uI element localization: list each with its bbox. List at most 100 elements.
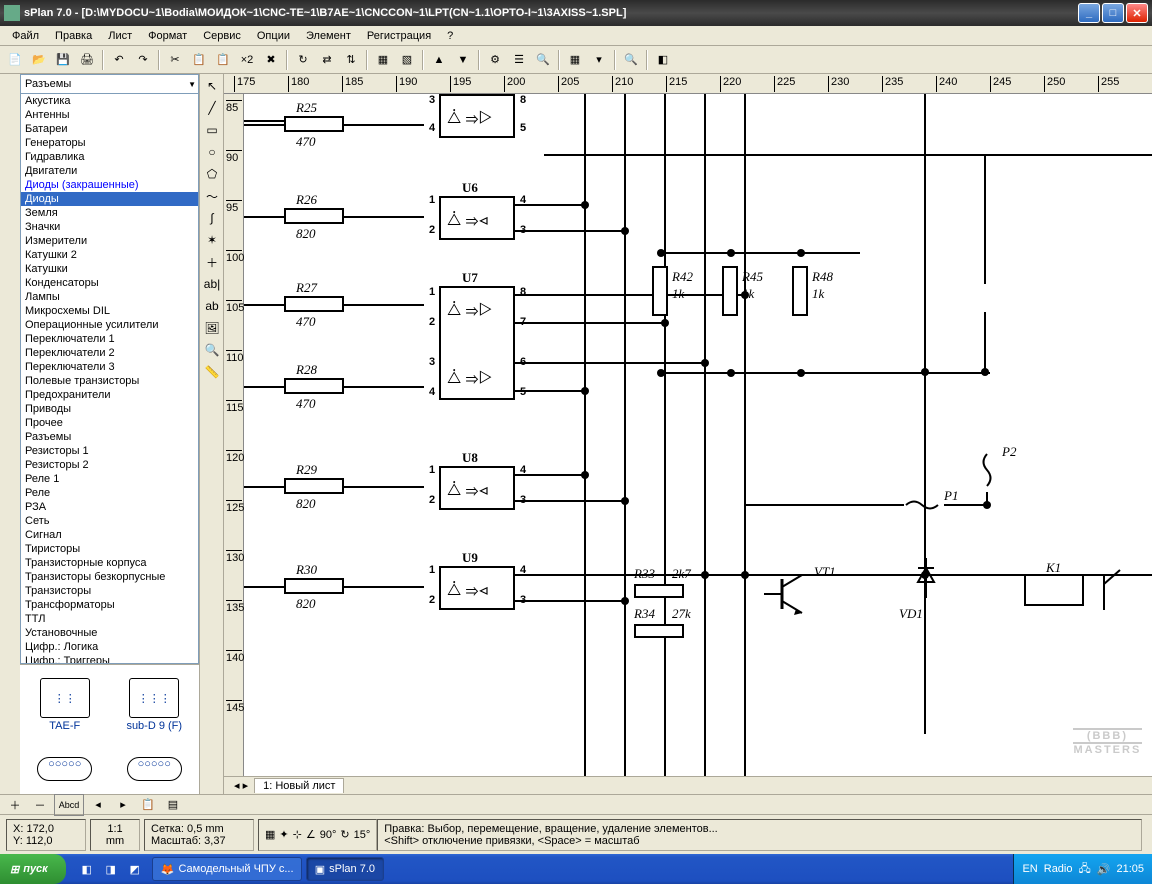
library-list[interactable]: АкустикаАнтенныБатареиГенераторыГидравли… (20, 94, 199, 664)
mirror-h-icon[interactable]: ⇄ (316, 49, 338, 71)
lib-item[interactable]: Двигатели (21, 164, 198, 178)
copy2-icon[interactable]: 📋 (137, 794, 159, 816)
start-button[interactable]: ⊞пуск (0, 854, 66, 884)
schematic-canvas[interactable]: R25 470 R26 820 R27 470 R28 (244, 94, 1152, 776)
menu-file[interactable]: Файл (4, 28, 47, 44)
lib-item[interactable]: Транзисторы безкорпусные (21, 570, 198, 584)
preview-comp-1[interactable]: ⋮⋮ TAE-F (25, 676, 105, 732)
lib-item[interactable]: Антенны (21, 108, 198, 122)
lib-item[interactable]: Сигнал (21, 528, 198, 542)
lib-item[interactable]: Разъемы (21, 430, 198, 444)
text-label-icon[interactable]: ab| (202, 274, 222, 294)
minimize-button[interactable]: _ (1078, 3, 1100, 23)
lib-item[interactable]: Диоды (21, 192, 198, 206)
lib-item[interactable]: Трансформаторы (21, 598, 198, 612)
measure-icon[interactable]: 📏 (202, 362, 222, 382)
menu-sheet[interactable]: Лист (100, 28, 140, 44)
preview-comp-3[interactable]: ○○○○○ (25, 747, 105, 787)
menu-service[interactable]: Сервис (195, 28, 249, 44)
bezier-icon[interactable]: ∫ (202, 208, 222, 228)
lib-item[interactable]: Реле (21, 486, 198, 500)
tray-lang[interactable]: EN (1022, 863, 1037, 875)
preview-comp-4[interactable]: ○○○○○ (114, 747, 194, 787)
lib-item[interactable]: Переключатели 3 (21, 360, 198, 374)
lib-item[interactable]: Цифр.: Логика (21, 640, 198, 654)
lib-item[interactable]: Переключатели 1 (21, 332, 198, 346)
tray-time[interactable]: 21:05 (1116, 863, 1144, 875)
cursor-icon[interactable]: ↖ (202, 76, 222, 96)
save-icon[interactable]: 💾 (52, 49, 74, 71)
image-icon[interactable]: 🖼 (202, 318, 222, 338)
lib-item[interactable]: Значки (21, 220, 198, 234)
abcd-icon[interactable]: Abcd (54, 794, 84, 816)
lib-item[interactable]: Резисторы 2 (21, 458, 198, 472)
zoom-icon[interactable]: 🔍 (620, 49, 642, 71)
lib-item[interactable]: Приводы (21, 402, 198, 416)
find-icon[interactable]: 🔍 (532, 49, 554, 71)
cut-icon[interactable]: ✂ (164, 49, 186, 71)
preview-comp-2[interactable]: ⋮⋮⋮ sub-D 9 (F) (114, 676, 194, 732)
lib-item[interactable]: Установочные (21, 626, 198, 640)
library-dropdown[interactable]: Разъемы (20, 74, 199, 94)
align-icon[interactable]: ▤ (162, 794, 184, 816)
maximize-button[interactable]: □ (1102, 3, 1124, 23)
tray-net-icon[interactable]: 🖧 (1079, 860, 1091, 879)
junction-icon[interactable]: ＋ (202, 252, 222, 272)
origin-btn-icon[interactable]: ⊹ (293, 828, 302, 841)
lib-item[interactable]: Катушки (21, 262, 198, 276)
paste-icon[interactable]: 📋 (212, 49, 234, 71)
node-icon[interactable]: ✶ (202, 230, 222, 250)
task-firefox[interactable]: 🦊Самодельный ЧПУ с... (152, 857, 302, 881)
lib-item[interactable]: Переключатели 2 (21, 346, 198, 360)
lib-item[interactable]: Микросхемы DIL (21, 304, 198, 318)
tray-radio[interactable]: Radio (1044, 863, 1073, 875)
lib-item[interactable]: ТТЛ (21, 612, 198, 626)
print-icon[interactable]: 🖨 (76, 49, 98, 71)
tray-vol-icon[interactable]: 🔊 (1097, 863, 1111, 876)
lib-item[interactable]: Полевые транзисторы (21, 374, 198, 388)
minus-icon[interactable]: － (29, 794, 51, 816)
lib-item[interactable]: Операционные усилители (21, 318, 198, 332)
grid-btn-icon[interactable]: ▦ (265, 828, 275, 841)
mirror-v-icon[interactable]: ⇅ (340, 49, 362, 71)
ql-2-icon[interactable]: ◨ (100, 858, 122, 880)
delete-icon[interactable]: ✖ (260, 49, 282, 71)
menu-help[interactable]: ? (439, 28, 461, 44)
grid-dd-icon[interactable]: ▾ (588, 49, 610, 71)
lib-item[interactable]: Измерители (21, 234, 198, 248)
polygon-icon[interactable]: ⬠ (202, 164, 222, 184)
rotate-icon[interactable]: ↻ (292, 49, 314, 71)
duplicate-icon[interactable]: ×2 (236, 49, 258, 71)
lib-item[interactable]: Земля (21, 206, 198, 220)
macro-icon[interactable]: ◧ (652, 49, 674, 71)
menu-registration[interactable]: Регистрация (359, 28, 439, 44)
lib-item[interactable]: Акустика (21, 94, 198, 108)
lib-item[interactable]: РЗА (21, 500, 198, 514)
ql-1-icon[interactable]: ◧ (76, 858, 98, 880)
lib-item[interactable]: Сеть (21, 514, 198, 528)
lib-item[interactable]: Транзисторные корпуса (21, 556, 198, 570)
close-button[interactable]: ✕ (1126, 3, 1148, 23)
front-icon[interactable]: ▲ (428, 49, 450, 71)
lib-item[interactable]: Реле 1 (21, 472, 198, 486)
task-splan[interactable]: ▣sPlan 7.0 (306, 857, 384, 881)
lib-item[interactable]: Транзисторы (21, 584, 198, 598)
menu-options[interactable]: Опции (249, 28, 298, 44)
sheet-tab[interactable]: 1: Новый лист (254, 778, 344, 793)
lib-item[interactable]: Тиристоры (21, 542, 198, 556)
rect-icon[interactable]: ▭ (202, 120, 222, 140)
lib-item[interactable]: Цифр.: Триггеры (21, 654, 198, 664)
plus-icon[interactable]: ＋ (4, 794, 26, 816)
lib-item[interactable]: Батареи (21, 122, 198, 136)
lib-item[interactable]: Диоды (закрашенные) (21, 178, 198, 192)
menu-format[interactable]: Формат (140, 28, 195, 44)
new-icon[interactable]: 📄 (4, 49, 26, 71)
snap-btn-icon[interactable]: ✦ (279, 828, 288, 841)
zoom-tool-icon[interactable]: 🔍 (202, 340, 222, 360)
ungroup-icon[interactable]: ▧ (396, 49, 418, 71)
circle-icon[interactable]: ○ (202, 142, 222, 162)
lib-item[interactable]: Резисторы 1 (21, 444, 198, 458)
lib-item[interactable]: Предохранители (21, 388, 198, 402)
grid-icon[interactable]: ▦ (564, 49, 586, 71)
settings-icon[interactable]: ⚙ (484, 49, 506, 71)
